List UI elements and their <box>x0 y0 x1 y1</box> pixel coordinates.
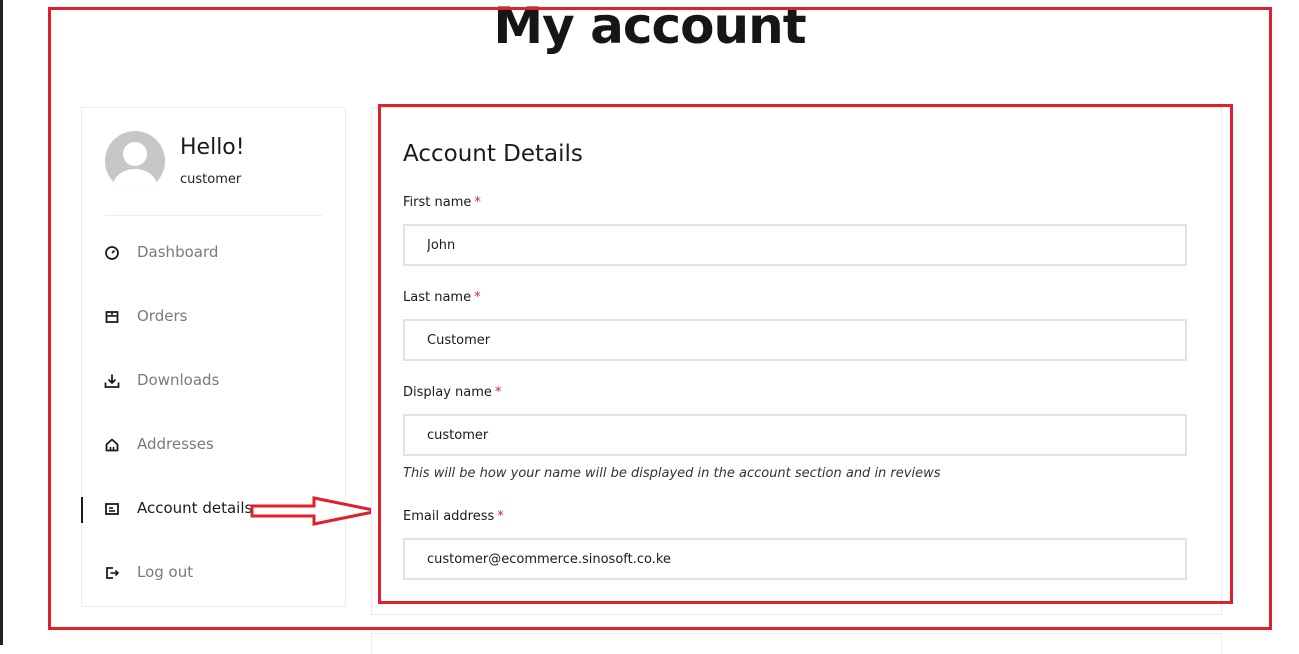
window-edge <box>0 0 3 645</box>
sidebar-item-orders[interactable]: Orders <box>82 297 345 337</box>
dashboard-gauge-icon <box>105 246 119 260</box>
id-card-icon <box>105 503 119 515</box>
email-field[interactable] <box>403 538 1187 580</box>
sidebar-item-dashboard[interactable]: Dashboard <box>82 233 345 273</box>
last-name-label: Last name * <box>403 290 481 305</box>
avatar <box>105 131 165 191</box>
next-card <box>371 633 1222 654</box>
first-name-label: First name * <box>403 195 481 210</box>
sidebar-item-label: Addresses <box>137 435 214 453</box>
account-sidebar: Hello! customer Dashboard Orders Downloa… <box>81 107 346 607</box>
sidebar-item-logout[interactable]: Log out <box>82 553 345 593</box>
greeting: Hello! <box>180 135 245 160</box>
first-name-field[interactable] <box>403 224 1187 266</box>
sidebar-item-label: Downloads <box>137 371 220 389</box>
active-indicator <box>81 497 83 523</box>
display-name-label: Display name * <box>403 385 502 400</box>
sidebar-item-label: Orders <box>137 307 188 325</box>
sidebar-item-downloads[interactable]: Downloads <box>82 361 345 401</box>
email-label: Email address * <box>403 509 504 524</box>
required-marker: * <box>497 509 504 524</box>
download-icon <box>104 374 120 388</box>
section-title: Account Details <box>403 141 583 167</box>
username: customer <box>180 172 242 187</box>
required-marker: * <box>474 290 481 305</box>
sidebar-item-label: Account details <box>137 499 253 517</box>
logout-icon <box>106 567 120 579</box>
required-marker: * <box>494 385 502 400</box>
annotation-arrow-icon <box>250 496 379 526</box>
sidebar-item-label: Log out <box>137 563 194 581</box>
sidebar-item-addresses[interactable]: Addresses <box>82 425 345 465</box>
last-name-field[interactable] <box>403 319 1187 361</box>
display-name-field[interactable] <box>403 414 1187 456</box>
divider <box>105 215 322 216</box>
home-icon <box>105 438 119 452</box>
box-icon <box>105 311 119 323</box>
display-name-hint: This will be how your name will be displ… <box>403 466 941 481</box>
required-marker: * <box>474 195 481 210</box>
sidebar-item-label: Dashboard <box>137 243 219 261</box>
